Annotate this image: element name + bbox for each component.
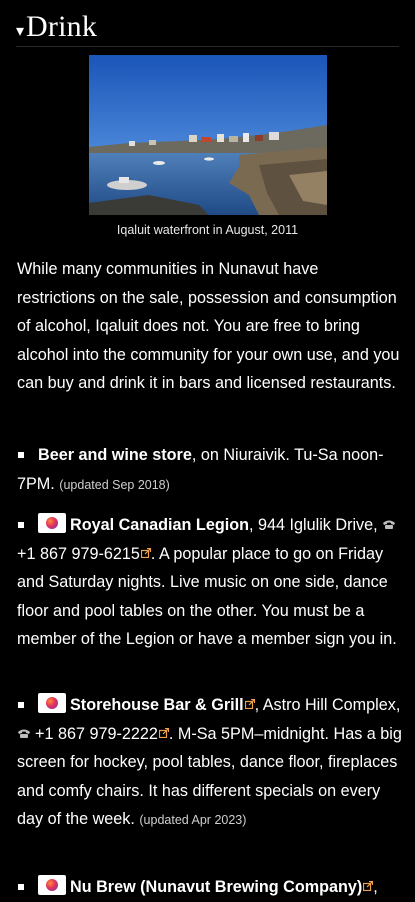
list-item-nu-brew: Nu Brew (Nunavut Brewing Company), xyxy=(17,873,402,902)
section-title: Drink xyxy=(26,10,98,43)
external-link-icon[interactable] xyxy=(363,881,374,891)
list-item-storehouse-bar-grill: Storehouse Bar & Grill , Astro Hill Compl… xyxy=(17,691,402,835)
external-link-icon[interactable] xyxy=(244,699,255,709)
photo-caption: Iqaluit waterfront in August, 2011 xyxy=(116,223,299,237)
external-link-icon[interactable] xyxy=(158,727,169,738)
external-link-icon[interactable] xyxy=(140,547,151,558)
bullet-icon xyxy=(18,701,24,708)
updated-note: (updated Apr 2023) xyxy=(139,813,247,828)
updated-note: (updated Sep 2018) xyxy=(59,477,170,492)
collapse-caret-icon[interactable]: ▾ xyxy=(16,21,24,40)
phone-icon xyxy=(383,520,396,529)
listing-name: Beer and wine store xyxy=(38,446,192,464)
bullet-icon xyxy=(18,451,24,458)
bullet-icon xyxy=(18,883,24,890)
listing-address: , Astro Hill Complex, xyxy=(254,696,401,714)
listing-details: , xyxy=(373,878,378,896)
waterfront-photo[interactable] xyxy=(89,55,327,215)
map-marker-icon[interactable] xyxy=(38,875,66,895)
listing-address: , 944 Iglulik Drive, xyxy=(249,516,378,534)
map-marker-icon[interactable] xyxy=(38,513,66,533)
phone-icon xyxy=(18,729,30,738)
listing-phone[interactable]: +1 867 979-6215 xyxy=(17,545,140,563)
map-marker-icon[interactable] xyxy=(38,693,66,713)
listing-name: Royal Canadian Legion xyxy=(70,516,249,534)
intro-paragraph: While many communities in Nunavut have r… xyxy=(17,260,400,393)
listing-name[interactable]: Storehouse Bar & Grill xyxy=(70,696,244,714)
listing-name[interactable]: Nu Brew (Nunavut Brewing Company) xyxy=(70,878,362,896)
bullet-icon xyxy=(18,521,24,528)
list-item-beer-wine-store: Beer and wine store, on Niuraivik. Tu-Sa… xyxy=(17,441,402,499)
listing-phone[interactable]: +1 867 979-2222 xyxy=(35,725,158,743)
section-header-drink[interactable]: ▾ Drink xyxy=(16,8,399,47)
list-item-royal-canadian-legion: Royal Canadian Legion, 944 Iglulik Drive… xyxy=(17,511,402,654)
